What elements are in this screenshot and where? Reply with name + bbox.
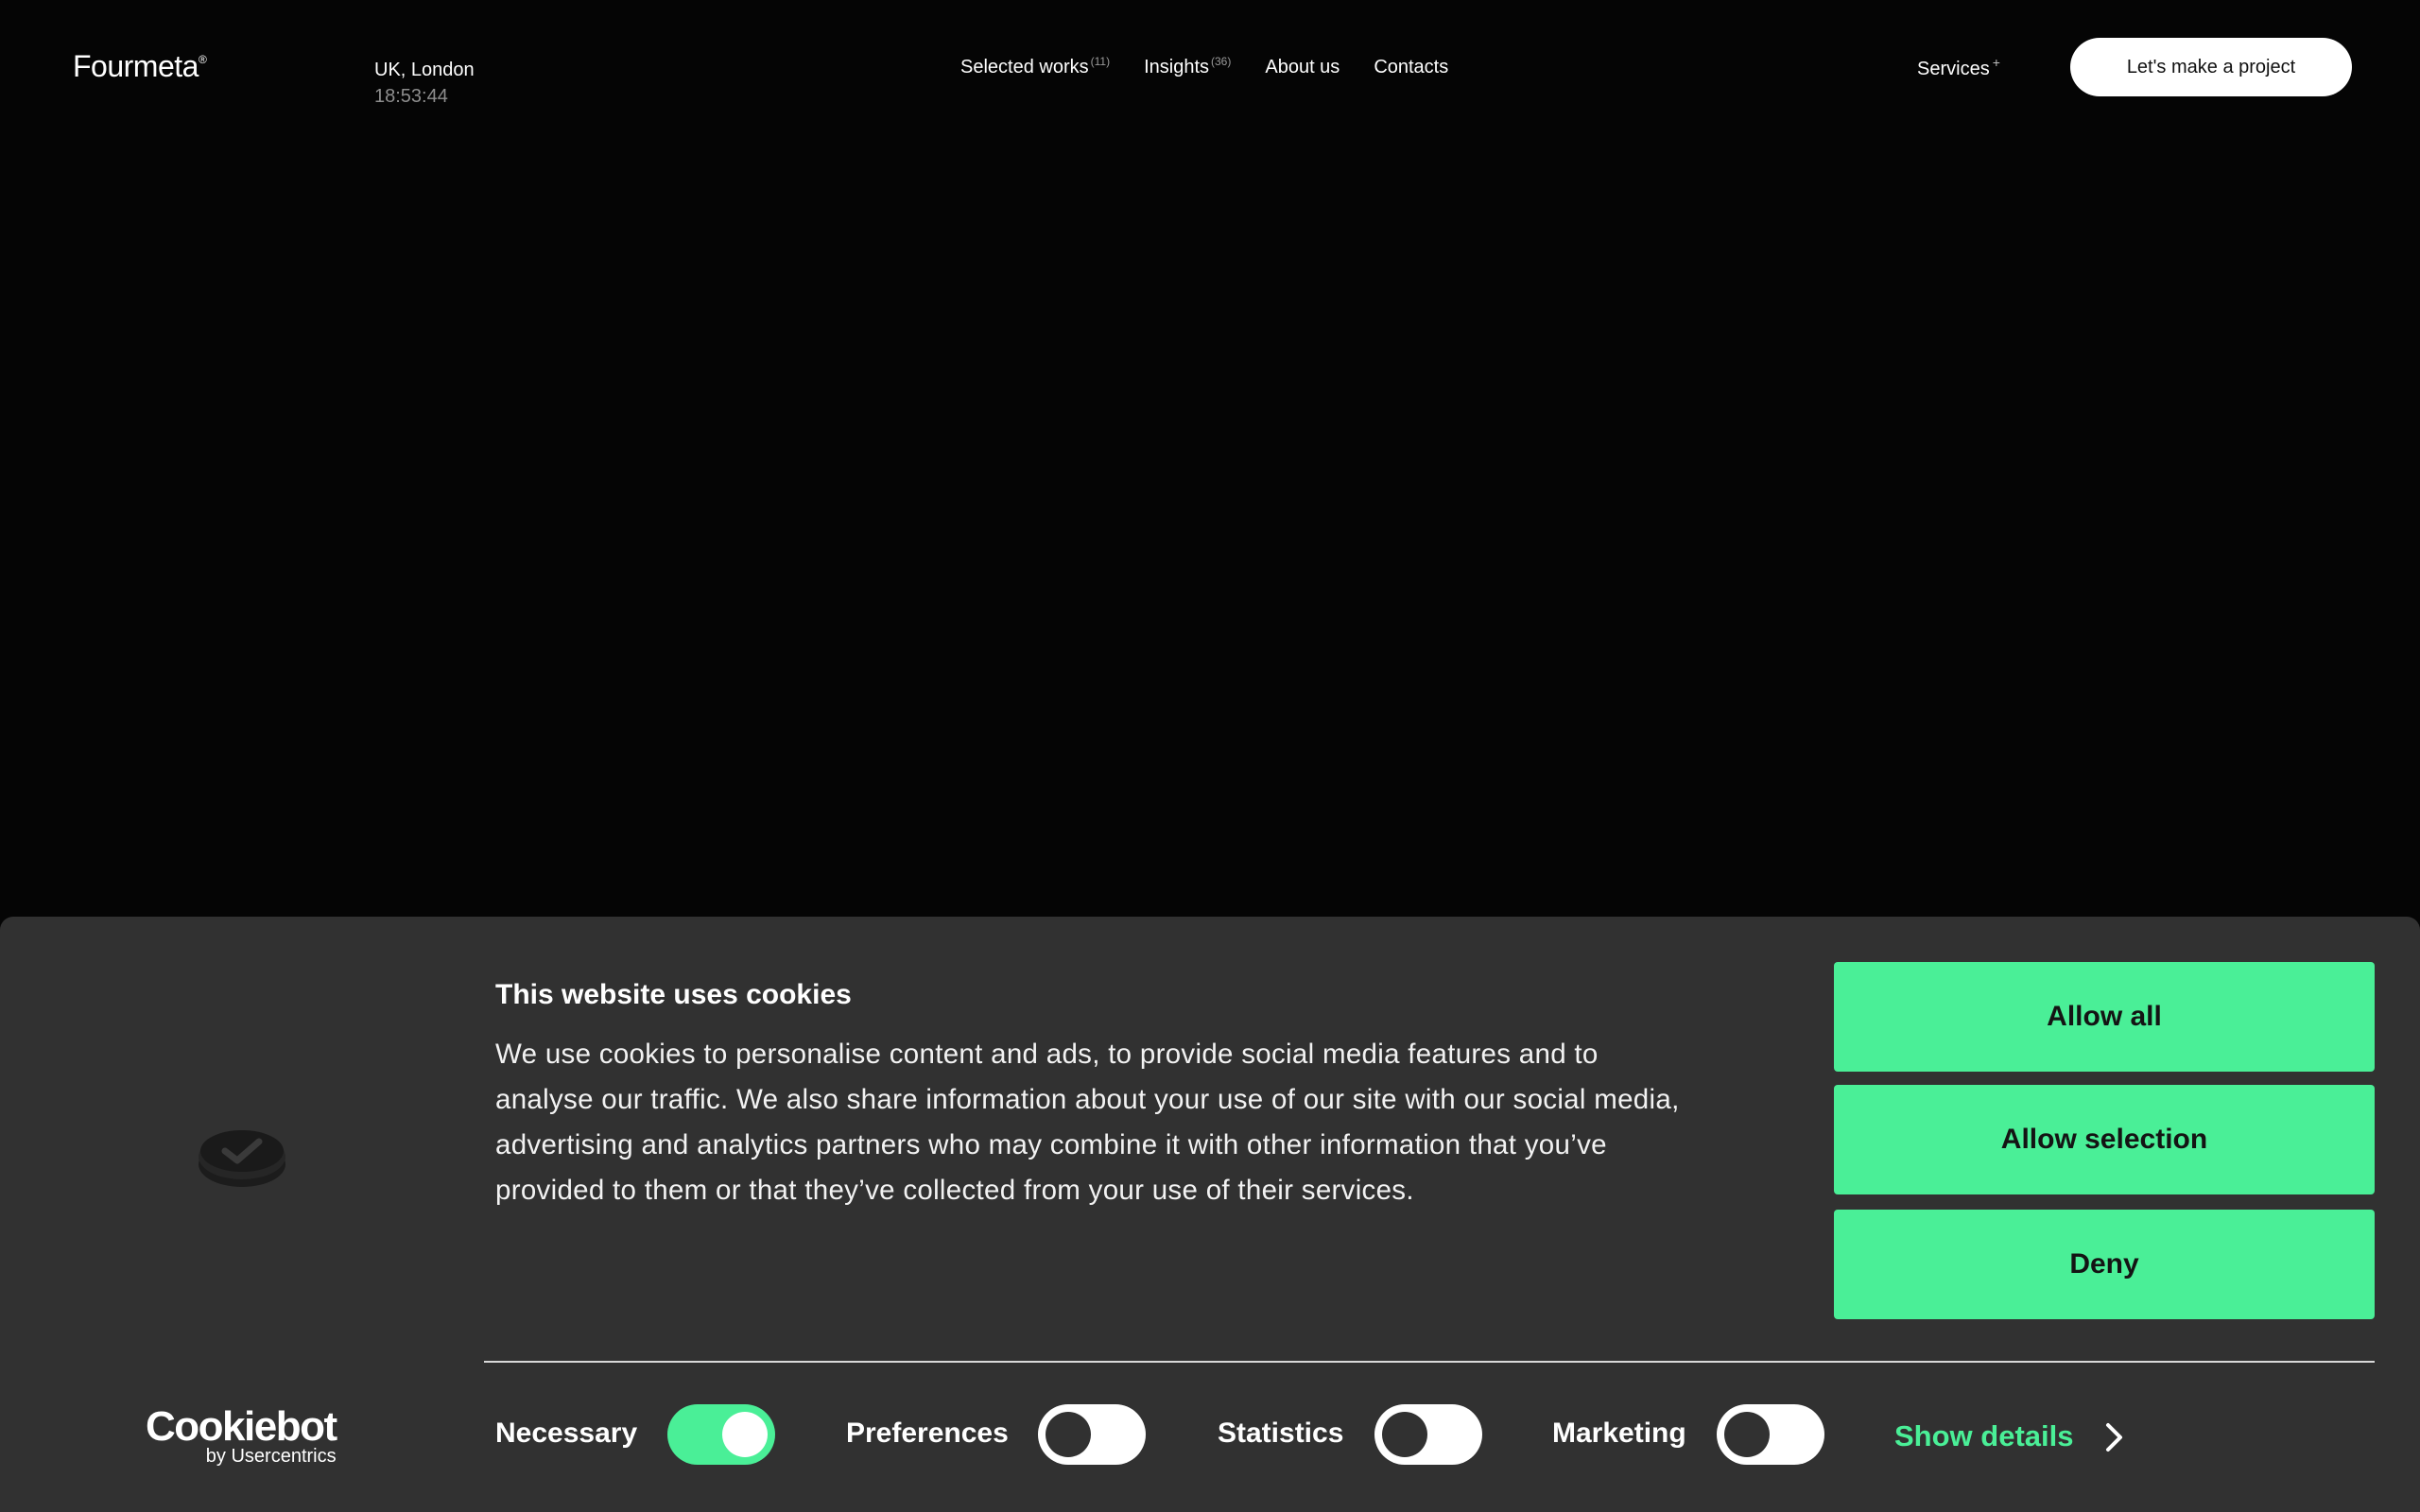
nav-selected-works[interactable]: Selected works (11) xyxy=(960,55,1111,78)
statistics-toggle[interactable] xyxy=(1374,1404,1482,1465)
marketing-toggle[interactable] xyxy=(1717,1404,1824,1465)
consent-check-icon xyxy=(199,1130,285,1187)
local-time: 18:53:44 xyxy=(374,86,448,107)
nav-selected-works-count: (11) xyxy=(1090,55,1111,68)
cookiebot-name: Cookiebot xyxy=(146,1403,337,1450)
cookie-title: This website uses cookies xyxy=(495,979,852,1010)
banner-divider xyxy=(484,1361,2375,1363)
statistics-label: Statistics xyxy=(1218,1418,1344,1449)
cookie-description: We use cookies to personalise content an… xyxy=(495,1039,1680,1206)
location-clock: UK, London 18:53:44 xyxy=(374,57,475,110)
allow-all-button[interactable]: Allow all xyxy=(1834,962,2375,1072)
services-menu[interactable]: Services + xyxy=(1917,55,2000,80)
nav-about-us[interactable]: About us xyxy=(1265,57,1340,78)
services-label: Services xyxy=(1917,59,1990,79)
nav-contacts[interactable]: Contacts xyxy=(1374,57,1448,78)
cookiebot-logo[interactable]: Cookiebot by Usercentrics xyxy=(146,1406,337,1468)
preferences-toggle[interactable] xyxy=(1038,1404,1146,1465)
necessary-label: Necessary xyxy=(495,1418,638,1449)
show-details-link[interactable]: Show details xyxy=(1894,1419,2073,1453)
location-city: UK, London xyxy=(374,60,475,80)
brand-logo[interactable]: Fourmeta® xyxy=(73,49,207,84)
plus-icon: + xyxy=(1992,55,2000,70)
nav-insights[interactable]: Insights (36) xyxy=(1144,55,1232,78)
necessary-toggle[interactable] xyxy=(667,1404,775,1465)
make-project-button[interactable]: Let's make a project xyxy=(2070,38,2352,96)
nav-insights-label: Insights xyxy=(1144,57,1210,77)
chevron-right-icon[interactable] xyxy=(2100,1421,2127,1453)
nav-about-us-label: About us xyxy=(1265,57,1340,77)
main-nav: Selected works (11) Insights (36) About us… xyxy=(960,55,1448,78)
brand-logo-text: Fourmeta xyxy=(73,49,199,83)
preferences-label: Preferences xyxy=(846,1418,1009,1449)
deny-button[interactable]: Deny xyxy=(1834,1210,2375,1319)
allow-selection-button[interactable]: Allow selection xyxy=(1834,1085,2375,1194)
toggle-knob xyxy=(722,1412,768,1457)
marketing-label: Marketing xyxy=(1552,1418,1686,1449)
toggle-knob xyxy=(1724,1412,1770,1457)
nav-insights-count: (36) xyxy=(1211,55,1232,68)
nav-selected-works-label: Selected works xyxy=(960,57,1089,77)
toggle-knob xyxy=(1046,1412,1091,1457)
toggle-knob xyxy=(1382,1412,1427,1457)
nav-contacts-label: Contacts xyxy=(1374,57,1449,77)
registered-mark: ® xyxy=(198,53,207,66)
